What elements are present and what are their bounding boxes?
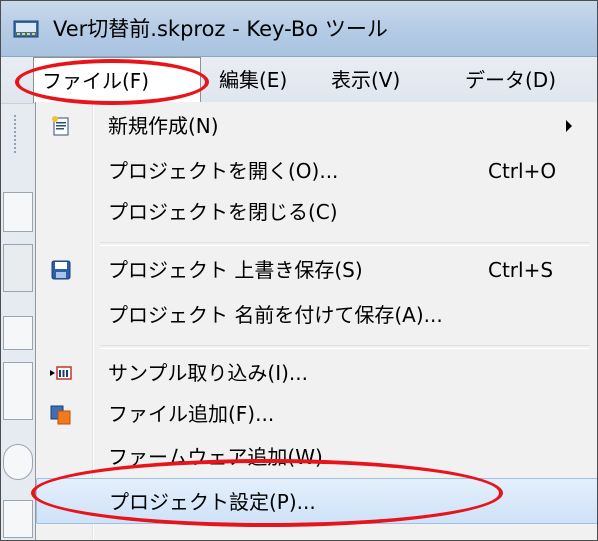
menu-item-add-firmware[interactable]: ファームウェア追加(W)... xyxy=(36,435,597,479)
menu-item-label: 新規作成(N) xyxy=(108,114,219,138)
add-file-icon xyxy=(50,405,71,425)
app-window: Ver切替前.skproz - Key-Bo ツール ファイル(F) 編集(E)… xyxy=(0,0,598,541)
menu-item-open-project[interactable]: プロジェクトを開く(O)... Ctrl+O xyxy=(36,149,597,193)
menu-item-label: サンプル取り込み(I)... xyxy=(108,361,308,385)
menu-bar: ファイル(F) 編集(E) 表示(V) データ(D) xyxy=(1,57,597,104)
menu-item-project-settings[interactable]: プロジェクト設定(P)... xyxy=(36,478,597,524)
menu-separator xyxy=(100,345,590,349)
toolbar-button[interactable] xyxy=(3,192,33,232)
toolbar-grip[interactable] xyxy=(13,114,17,154)
menu-item-save-as[interactable]: プロジェクト 名前を付けて保存(A)... xyxy=(36,293,597,337)
menu-item-label: プロジェクトを開く(O)... xyxy=(108,159,339,183)
menu-item-label: プロジェクト設定(P)... xyxy=(109,490,316,514)
menu-item-label: プロジェクトを閉じる(C) xyxy=(108,200,338,224)
new-document-icon xyxy=(52,116,69,136)
menu-edit[interactable]: 編集(E) xyxy=(219,57,287,103)
window-title: Ver切替前.skproz - Key-Bo ツール xyxy=(53,17,388,41)
menu-item-new[interactable]: 新規作成(N) xyxy=(36,104,597,148)
save-icon xyxy=(51,260,71,280)
menu-item-shortcut: Ctrl+O xyxy=(488,159,557,183)
title-bar: Ver切替前.skproz - Key-Bo ツール xyxy=(1,1,597,57)
menu-separator xyxy=(100,242,590,246)
app-icon xyxy=(13,20,39,38)
menu-view[interactable]: 表示(V) xyxy=(331,57,400,103)
toolbar-button[interactable] xyxy=(3,244,33,292)
file-menu-dropdown: 新規作成(N) プロジェクトを開く(O)... Ctrl+O プロジェクトを閉じ… xyxy=(35,102,597,540)
menu-item-add-file[interactable]: ファイル追加(F)... xyxy=(36,392,597,436)
left-toolbar xyxy=(1,104,35,540)
menu-item-label: ファームウェア追加(W)... xyxy=(108,445,342,469)
menu-item-label: プロジェクト 名前を付けて保存(A)... xyxy=(108,303,443,327)
menu-file[interactable]: ファイル(F) xyxy=(33,57,201,103)
import-sample-icon xyxy=(50,366,72,380)
toolbar-button[interactable] xyxy=(3,500,33,538)
submenu-arrow-icon xyxy=(566,120,572,132)
menu-item-label: ファイル追加(F)... xyxy=(108,402,275,426)
menu-item-shortcut: Ctrl+S xyxy=(488,258,554,282)
toolbar-button[interactable] xyxy=(3,444,33,480)
toolbar-button[interactable] xyxy=(3,316,33,350)
menu-item-save[interactable]: プロジェクト 上書き保存(S) Ctrl+S xyxy=(36,248,597,292)
menu-item-close-project[interactable]: プロジェクトを閉じる(C) xyxy=(36,190,597,234)
menu-item-import-sample[interactable]: サンプル取り込み(I)... xyxy=(36,351,597,395)
menu-item-label: プロジェクト 上書き保存(S) xyxy=(108,258,363,282)
menu-data[interactable]: データ(D) xyxy=(465,57,556,103)
toolbar-button[interactable] xyxy=(3,362,33,420)
